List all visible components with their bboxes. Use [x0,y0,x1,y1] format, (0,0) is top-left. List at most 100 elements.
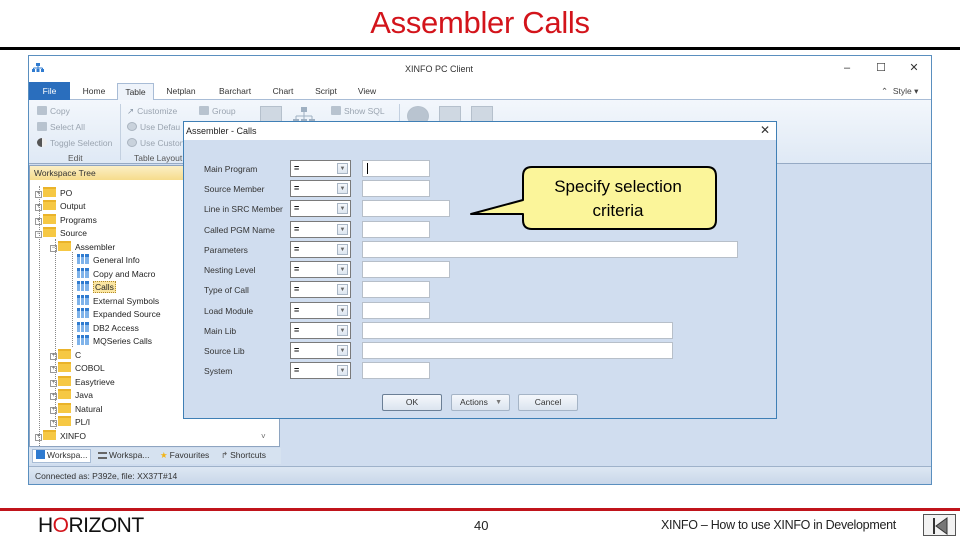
tab-view[interactable]: View [353,83,381,100]
use-default-radio[interactable]: Use Defau [127,122,180,132]
chevron-down-icon[interactable]: ▼ [337,325,348,336]
actions-dropdown-button[interactable]: Actions ▼ [451,394,510,411]
folder-icon [58,241,71,251]
chevron-down-icon[interactable]: ▼ [337,284,348,295]
tab-netplan[interactable]: Netplan [161,83,201,100]
close-window-button[interactable]: ✕ [904,60,924,76]
operator-select[interactable]: = ▼ [290,342,351,359]
tab-shortcuts[interactable]: ↱ Shortcuts [221,450,266,461]
expand-icon[interactable]: + [50,420,57,427]
select-all-button[interactable]: Select All [37,122,85,132]
style-menu-button[interactable]: ⌃ Style ▾ [881,86,918,97]
criteria-value-input[interactable] [362,342,673,359]
operator-select[interactable]: = ▼ [290,281,351,298]
chevron-down-icon[interactable]: ▼ [337,244,348,255]
criteria-value-input[interactable] [362,302,430,319]
tree-node-copy-and-macro[interactable]: Copy and Macro [77,268,155,281]
tree-node-pli[interactable]: + PL/I [50,416,90,429]
tab-chart[interactable]: Chart [269,83,297,100]
expand-icon[interactable]: + [50,353,57,360]
chevron-down-icon[interactable]: ▼ [337,183,348,194]
criteria-value-input[interactable] [362,362,430,379]
minimize-button[interactable]: – [837,60,857,76]
operator-select[interactable]: = ▼ [290,160,351,177]
collapse-icon[interactable]: − [50,245,57,252]
ok-button[interactable]: OK [382,394,442,411]
expand-icon[interactable]: + [35,434,42,441]
tree-node-java[interactable]: + Java [50,389,93,402]
expand-icon[interactable]: + [50,380,57,387]
tree-node-programs[interactable]: + Programs [35,214,97,227]
criteria-value-input[interactable] [362,221,430,238]
tree-node-po[interactable]: + PO [35,187,72,200]
tab-home[interactable]: Home [77,83,111,100]
copy-button[interactable]: Copy [37,106,70,116]
tree-node-db2-access[interactable]: DB2 Access [77,322,139,335]
tree-node-output[interactable]: + Output [35,200,86,213]
expand-icon[interactable]: + [50,393,57,400]
tree-node-assembler[interactable]: − Assembler [50,241,115,254]
tab-script[interactable]: Script [311,83,341,100]
maximize-button[interactable]: ☐ [871,60,891,76]
chevron-down-icon[interactable]: ▼ [337,365,348,376]
operator-select[interactable]: = ▼ [290,362,351,379]
tree-node-easytrieve[interactable]: + Easytrieve [50,376,115,389]
criteria-value-input[interactable] [362,261,450,278]
expand-icon[interactable]: + [35,218,42,225]
tree-node-natural[interactable]: + Natural [50,403,102,416]
operator-select[interactable]: = ▼ [290,200,351,217]
scroll-down-button[interactable]: ˅ [261,432,266,441]
operator-select[interactable]: = ▼ [290,180,351,197]
criteria-value-input[interactable] [362,180,430,197]
criteria-value-input[interactable] [362,200,450,217]
collapse-icon[interactable]: − [35,231,42,238]
operator-select[interactable]: = ▼ [290,221,351,238]
group-button[interactable]: Group [199,106,236,116]
tab-label: Workspa... [47,450,88,460]
criteria-value-input[interactable] [362,241,738,258]
expand-icon[interactable]: + [35,191,42,198]
use-custom-radio[interactable]: Use Custon [127,138,184,148]
expand-icon[interactable]: + [50,407,57,414]
dialog-close-button[interactable]: ✕ [760,123,770,137]
tree-node-mqseries-calls[interactable]: MQSeries Calls [77,335,152,348]
tree-node-calls[interactable]: Calls [77,281,116,294]
tree-node-general-info[interactable]: General Info [77,254,140,267]
criteria-row: Nesting Level = ▼ [184,261,776,279]
operator-select[interactable]: = ▼ [290,322,351,339]
criteria-value-input[interactable] [362,281,430,298]
chevron-down-icon[interactable]: ▼ [337,203,348,214]
expand-icon[interactable]: + [50,366,57,373]
tree-node-c[interactable]: + C [50,349,81,362]
chevron-down-icon[interactable]: ▼ [337,345,348,356]
operator-select[interactable]: = ▼ [290,302,351,319]
expand-icon[interactable]: + [35,204,42,211]
tab-workspace-tree[interactable]: Workspa... [32,449,92,463]
tree-node-xinfo[interactable]: + XINFO [35,430,86,443]
chevron-down-icon[interactable]: ▼ [337,224,348,235]
chevron-down-icon[interactable]: ▼ [337,305,348,316]
collapse-ribbon-icon[interactable]: ⌃ [881,86,888,96]
tree-node-source[interactable]: − Source [35,227,87,240]
show-sql-button[interactable]: Show SQL [331,106,385,116]
group-label: Group [212,106,236,116]
criteria-value-input[interactable] [362,322,673,339]
chevron-down-icon[interactable]: ▼ [337,264,348,275]
tab-favourites[interactable]: ★ Favourites [160,450,209,461]
chevron-down-icon[interactable]: ▼ [337,163,348,174]
nav-back-button[interactable] [923,514,956,536]
customize-button[interactable]: ↗ Customize [127,106,177,117]
tab-workspace-list[interactable]: Workspa... [98,450,149,460]
operator-select[interactable]: = ▼ [290,261,351,278]
tree-node-expanded-source[interactable]: Expanded Source [77,308,161,321]
tab-file[interactable]: File [29,82,70,100]
operator-select[interactable]: = ▼ [290,241,351,258]
tab-table[interactable]: Table [117,83,154,101]
tab-barchart[interactable]: Barchart [215,83,255,100]
tree-node-external-symbols[interactable]: External Symbols [77,295,159,308]
toggle-selection-button[interactable]: Toggle Selection [37,138,112,148]
folder-icon [43,227,56,237]
tree-node-cobol[interactable]: + COBOL [50,362,105,375]
cancel-button[interactable]: Cancel [518,394,578,411]
criteria-value-input[interactable] [362,160,430,177]
